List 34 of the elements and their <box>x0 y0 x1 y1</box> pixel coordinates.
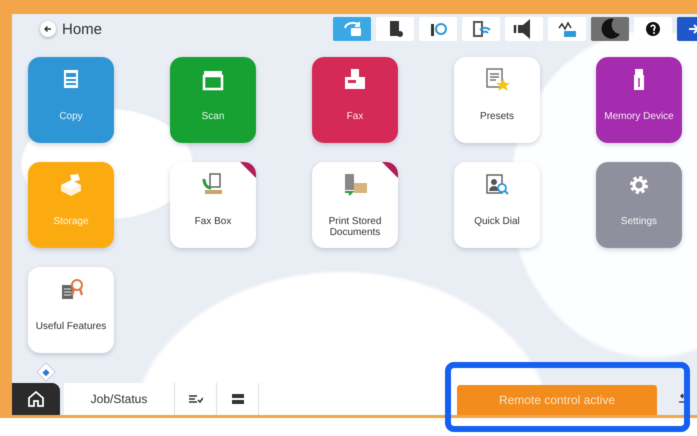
tile-label: Fax Box <box>194 216 232 227</box>
lines-check-icon <box>188 394 202 404</box>
tile-label: Storage <box>52 216 90 227</box>
home-back-button[interactable]: Home <box>40 20 333 38</box>
documents-folder-icon <box>342 172 368 198</box>
tile-label: Memory Device <box>603 111 675 122</box>
status-button[interactable] <box>505 17 543 41</box>
status-button[interactable] <box>376 17 414 41</box>
home-button[interactable] <box>12 383 60 415</box>
home-title: Home <box>62 20 102 38</box>
document-star-icon <box>484 67 510 93</box>
status-button[interactable] <box>462 17 500 41</box>
home-icon <box>26 389 46 409</box>
app-tile[interactable]: Fax Box <box>170 162 256 248</box>
tile-label: Presets <box>479 111 515 122</box>
job-status-tab[interactable]: Job/Status <box>64 383 175 415</box>
app-tile[interactable]: Presets <box>454 57 540 143</box>
status-button[interactable] <box>419 17 457 41</box>
app-tile[interactable]: Quick Dial <box>454 162 540 248</box>
tile-label: Useful Features <box>34 321 108 332</box>
tile-label: Scan <box>200 111 226 122</box>
app-tile[interactable]: Useful Features <box>28 267 114 353</box>
tile-label: Settings <box>620 216 658 227</box>
wifi-icon <box>470 18 492 40</box>
app-tile[interactable]: Fax <box>312 57 398 143</box>
tile-label: Fax <box>346 111 364 122</box>
tile-label: Copy <box>58 111 84 122</box>
status-button[interactable] <box>548 17 586 41</box>
open-box-icon <box>58 172 84 198</box>
app-tile[interactable]: Print Stored Documents <box>312 162 398 248</box>
tile-label: Quick Dial <box>473 216 521 227</box>
app-tile[interactable]: Memory Device <box>596 57 682 143</box>
moon-icon <box>599 18 621 40</box>
tile-label: Print Stored Documents <box>328 216 382 238</box>
